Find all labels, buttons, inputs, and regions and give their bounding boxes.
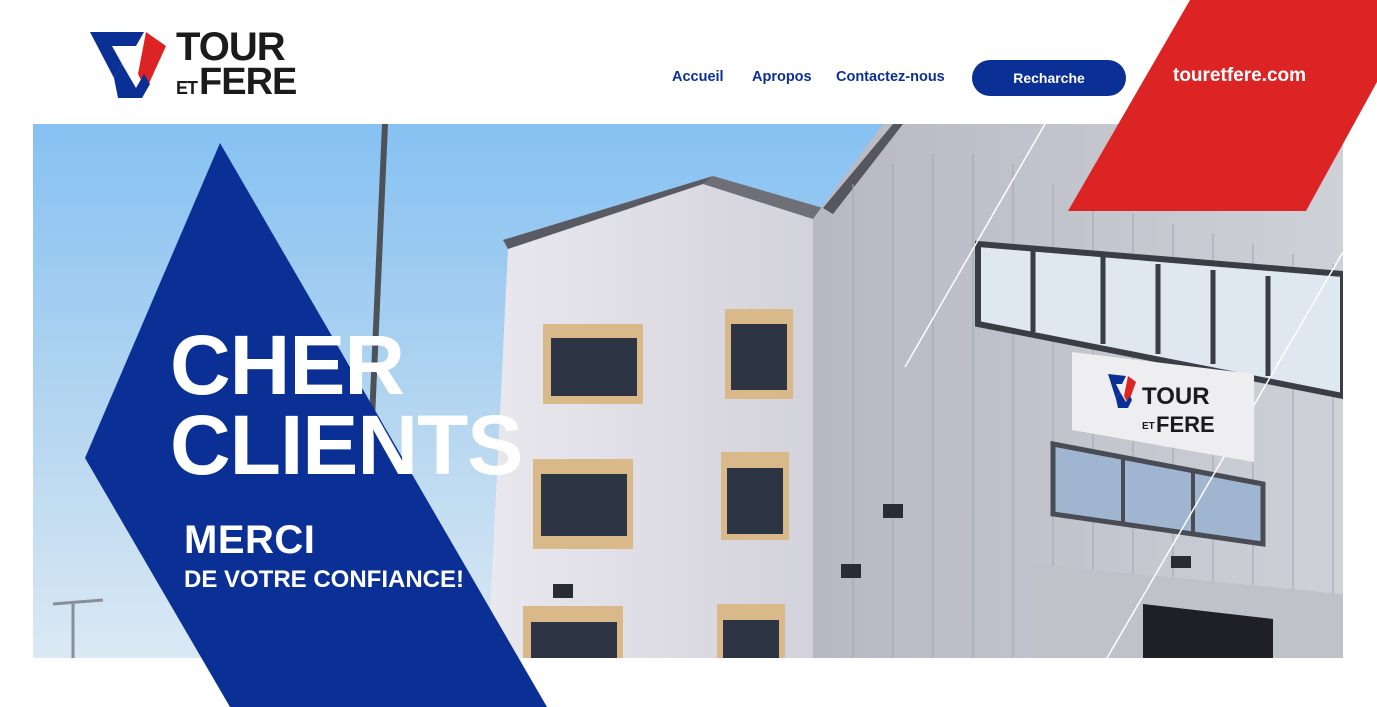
building-sign: TOUR ET FERE: [1072, 352, 1254, 462]
nav-contact[interactable]: Contactez-nous: [836, 69, 945, 85]
logo-icon: [90, 32, 166, 98]
logo-line-1: TOUR: [176, 24, 286, 69]
headline-line-2: CLIENTS: [170, 397, 523, 492]
nav-apropos[interactable]: Apropos: [752, 69, 812, 85]
sign-line-2: FERE: [1156, 412, 1215, 437]
nav-accueil[interactable]: Accueil: [672, 69, 724, 85]
site-logo[interactable]: TOUR ET FERE: [88, 24, 303, 103]
logo-wordmark: TOUR ET FERE: [176, 24, 297, 103]
logo-line-2: ET FERE: [176, 60, 297, 103]
hero-headline: CHER CLIENTS: [170, 318, 523, 492]
hero-subtitle-1: MERCI: [184, 518, 316, 562]
logo-fere: FERE: [199, 60, 297, 103]
hero-subtitle-2: DE VOTRE CONFIANCE!: [184, 566, 465, 593]
sign-et: ET: [1142, 421, 1155, 432]
headline-line-1: CHER: [170, 318, 405, 412]
logo-et: ET: [176, 77, 198, 98]
domain-link[interactable]: touretfere.com: [1173, 65, 1306, 87]
sign-line-1: TOUR: [1142, 383, 1210, 410]
red-accent-banner: [1068, 0, 1377, 211]
